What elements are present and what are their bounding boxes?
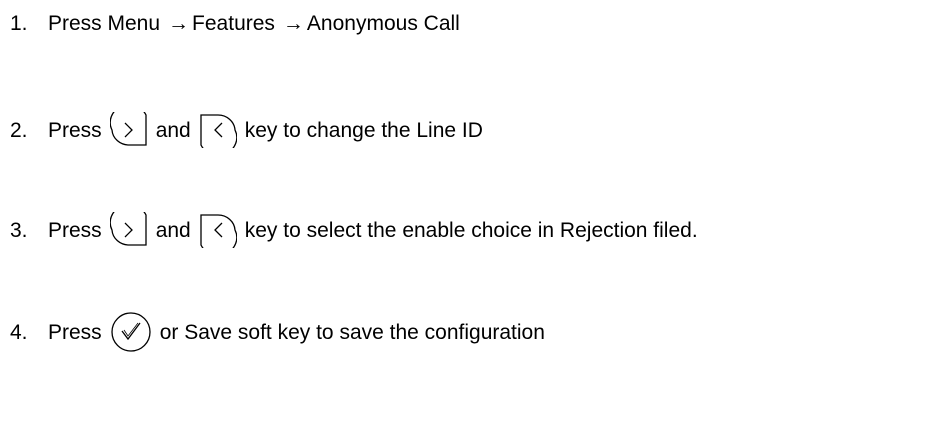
right-arrow-icon: → xyxy=(168,12,190,35)
step-number: 4. xyxy=(10,320,28,344)
right-arrow-icon: → xyxy=(282,12,304,35)
step-number: 3. xyxy=(10,218,28,242)
right-arrow-key-icon xyxy=(109,112,148,148)
step-text-after: or Save soft key to save the configurati… xyxy=(159,320,545,344)
step-text-press: Press xyxy=(48,320,102,344)
step-3: 3. Press and key to select the enable ch… xyxy=(10,212,698,248)
step-4: 4. Press or Save soft key to save the co… xyxy=(10,311,545,353)
step-text-press: Press xyxy=(48,218,102,242)
step-number: 2. xyxy=(10,118,28,142)
step-2: 2. Press and key to change the Line ID xyxy=(10,112,483,148)
step-text-after: key to change the Line ID xyxy=(244,118,483,142)
step-text-after: key to select the enable choice in Rejec… xyxy=(244,218,698,242)
step-text-and: and xyxy=(155,218,191,242)
step-number: 1. xyxy=(10,12,28,35)
step-text-press-menu: Press Menu xyxy=(48,12,161,35)
menu-anonymous-call: Anonymous Call xyxy=(306,12,460,35)
left-arrow-key-icon xyxy=(199,112,237,148)
step-text-press: Press xyxy=(48,118,102,142)
step-1: 1. Press Menu → Features → Anonymous Cal… xyxy=(10,13,460,34)
left-arrow-key-icon xyxy=(199,212,237,248)
ok-checkmark-key-icon xyxy=(110,311,152,353)
menu-features: Features xyxy=(192,12,275,35)
right-arrow-key-icon xyxy=(109,212,148,248)
step-text-and: and xyxy=(155,118,191,142)
